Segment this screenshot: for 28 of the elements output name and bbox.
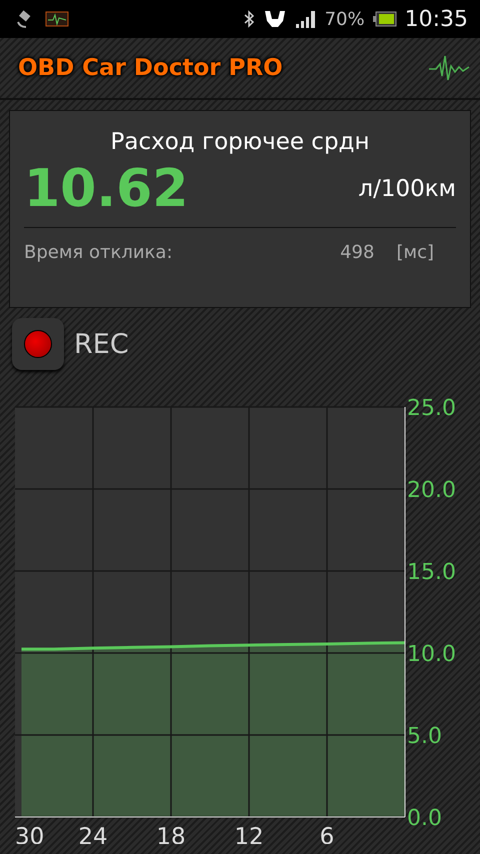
y-tick-label: 25.0 xyxy=(407,396,456,421)
record-button[interactable] xyxy=(12,318,64,370)
y-tick-label: 5.0 xyxy=(407,724,442,749)
x-tick-label: 24 xyxy=(78,824,108,844)
y-tick-label: 20.0 xyxy=(407,478,456,503)
response-unit: [мс] xyxy=(396,242,434,263)
record-label: REC xyxy=(74,328,129,360)
sensor-unit: л/100км xyxy=(358,176,456,202)
sensor-name: Расход горючее срдн xyxy=(109,129,370,155)
battery-percent: 70% xyxy=(324,8,365,30)
y-tick-label: 15.0 xyxy=(407,560,456,585)
app-title: OBD Car Doctor PRO xyxy=(18,55,283,81)
response-value: 498 xyxy=(340,242,374,263)
clock: 10:35 xyxy=(404,6,468,32)
waveform-icon[interactable] xyxy=(428,54,470,82)
y-tick-label: 0.0 xyxy=(407,806,442,831)
y-tick-label: 10.0 xyxy=(407,642,456,667)
bluetooth-icon xyxy=(242,10,255,28)
signal-icon xyxy=(294,9,317,29)
engine-icon xyxy=(44,9,70,29)
x-tick-label: 18 xyxy=(156,824,186,844)
battery-icon xyxy=(372,11,397,27)
x-tick-label: 12 xyxy=(234,824,264,844)
record-icon xyxy=(24,330,52,358)
sensor-value: 10.62 xyxy=(24,159,188,219)
response-label: Время отклика: xyxy=(24,242,174,263)
x-tick-label: 6 xyxy=(320,824,334,844)
x-tick-label: 30 xyxy=(15,824,44,844)
